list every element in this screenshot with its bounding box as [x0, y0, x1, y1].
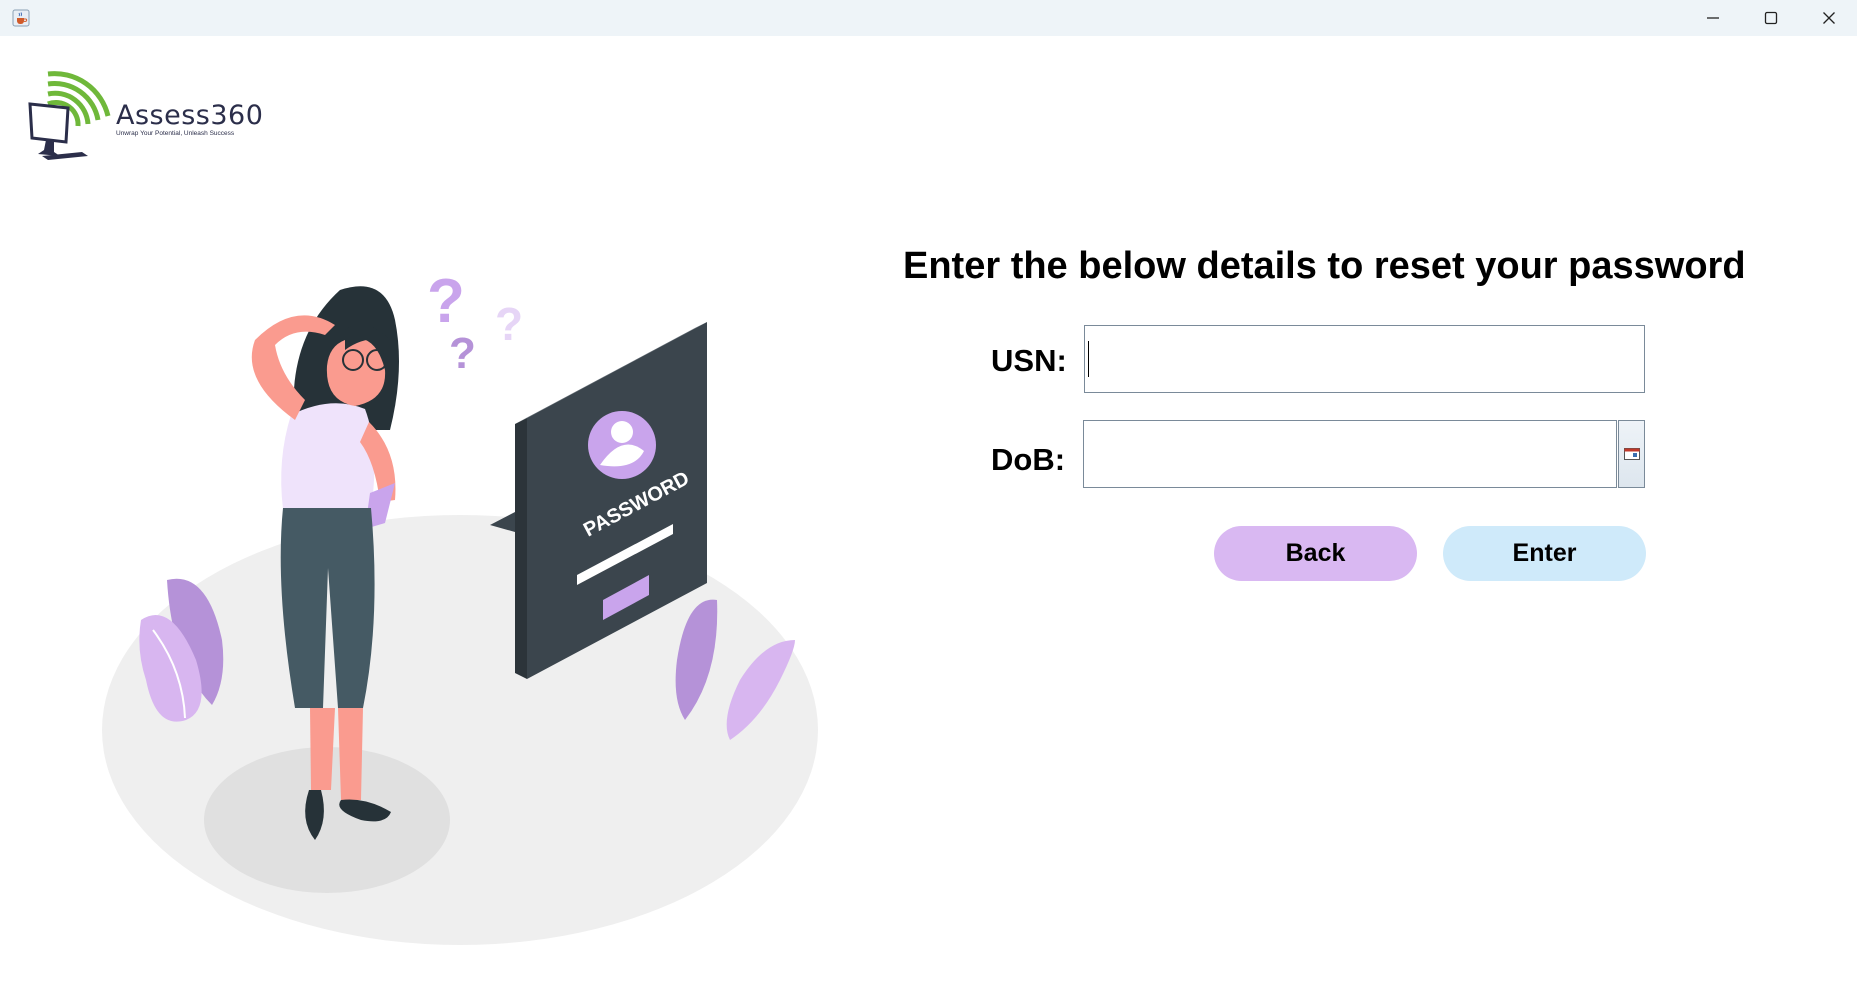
svg-text:?: ?	[427, 267, 465, 336]
enter-button[interactable]: Enter	[1443, 526, 1646, 581]
maximize-icon	[1764, 11, 1778, 25]
logo-tagline: Unwrap Your Potential, Unleash Success	[116, 130, 235, 137]
usn-label: USN:	[991, 343, 1067, 378]
minimize-button[interactable]	[1684, 0, 1742, 36]
close-button[interactable]	[1800, 0, 1857, 36]
text-caret	[1088, 341, 1089, 377]
calendar-icon	[1623, 448, 1640, 460]
java-cup-icon[interactable]	[12, 9, 30, 27]
window-titlebar	[0, 0, 1857, 36]
page-heading: Enter the below details to reset your pa…	[903, 245, 1746, 287]
svg-text:?: ?	[449, 329, 476, 378]
date-picker-button[interactable]	[1618, 420, 1645, 488]
logo-title: Assess360	[116, 100, 264, 131]
dob-input[interactable]	[1083, 420, 1617, 488]
usn-input[interactable]	[1084, 325, 1645, 393]
close-icon	[1823, 12, 1835, 24]
dob-label: DoB:	[991, 442, 1066, 477]
svg-text:?: ?	[495, 298, 523, 350]
forgot-password-illustration: PASSWORD ? ? ?	[102, 267, 818, 945]
maximize-button[interactable]	[1742, 0, 1800, 36]
question-marks-icon: ? ? ?	[427, 267, 523, 378]
minimize-icon	[1707, 17, 1719, 19]
back-button[interactable]: Back	[1214, 526, 1417, 581]
